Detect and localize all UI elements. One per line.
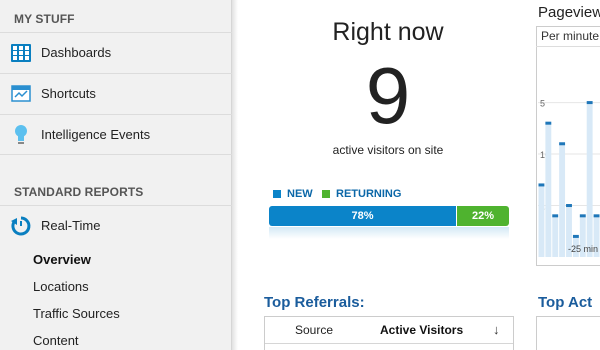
legend-new: NEW: [273, 188, 313, 200]
new-visitors-segment: 78%: [269, 206, 456, 226]
top-active-title: Top Act: [538, 294, 593, 311]
my-stuff-header: MY STUFF: [14, 12, 75, 26]
standard-reports-header: STANDARD REPORTS: [14, 185, 144, 199]
pageviews-bar-cap: [559, 142, 566, 146]
sidebar-subitem-locations[interactable]: Locations: [33, 279, 89, 294]
new-swatch: [273, 190, 281, 198]
pageviews-bar-cap: [538, 183, 545, 187]
visitor-split-bar: 78% 22%: [269, 206, 509, 226]
pageviews-bar-cap: [552, 214, 559, 218]
pageviews-subtitle: Per minute: [541, 29, 600, 43]
pageviews-title: Pageviews: [538, 4, 600, 21]
x-tick-label: -25 min: [568, 244, 598, 254]
sidebar-item-label: Intelligence Events: [41, 127, 151, 142]
pageviews-bar: [586, 102, 593, 258]
legend-new-label: NEW: [287, 188, 313, 200]
y-tick-label: 5: [540, 99, 545, 109]
top-referrals-table: Source Active Visitors ↓: [264, 316, 514, 350]
pageviews-subtitle-divider: [536, 46, 600, 47]
pageviews-bar: [552, 215, 559, 257]
shortcuts-icon: [10, 83, 32, 105]
sidebar-item-intelligence-events[interactable]: Intelligence Events: [0, 114, 232, 155]
sort-down-arrow-icon[interactable]: ↓: [493, 322, 500, 337]
realtime-clock-icon: [10, 215, 32, 237]
sidebar-subitem-content[interactable]: Content: [33, 333, 79, 348]
column-header-source[interactable]: Source: [295, 323, 333, 337]
top-active-table: [536, 316, 600, 350]
sidebar-item-label: Real-Time: [41, 218, 101, 233]
pageviews-bar-cap: [566, 204, 572, 208]
sidebar-item-dashboards[interactable]: Dashboards: [0, 32, 232, 72]
pageviews-bar-cap: [579, 214, 586, 218]
pageviews-chart: 15105-25 min: [538, 99, 600, 258]
main-content: Right now 9 active visitors on site NEW …: [238, 0, 600, 350]
legend-returning: RETURNING: [322, 188, 401, 200]
legend-returning-label: RETURNING: [336, 188, 402, 200]
right-now-title: Right now: [332, 18, 444, 46]
column-header-active-visitors[interactable]: Active Visitors: [380, 323, 463, 337]
bar-reflection: [269, 227, 509, 239]
returning-swatch: [322, 190, 330, 198]
sidebar: MY STUFF Dashboards Shortcuts Intelligen…: [0, 0, 232, 350]
lightbulb-icon: [10, 124, 32, 146]
active-visitors-label: active visitors on site: [332, 143, 444, 157]
returning-visitors-segment: 22%: [456, 206, 509, 226]
pageviews-bar-cap: [593, 214, 600, 218]
sidebar-item-label: Shortcuts: [41, 86, 96, 101]
new-percent-label: 78%: [351, 210, 374, 222]
sidebar-item-shortcuts[interactable]: Shortcuts: [0, 73, 232, 113]
pageviews-bar: [559, 143, 566, 257]
pageviews-panel: Pageviews Per minute 15105-25 min: [536, 0, 600, 270]
sidebar-subitem-overview[interactable]: Overview: [33, 252, 91, 267]
active-visitors-count: 9: [365, 51, 411, 140]
pageviews-bar: [545, 123, 552, 257]
pageviews-bar-cap: [545, 121, 552, 125]
dashboards-grid-icon: [10, 42, 32, 64]
pageviews-bar-cap: [572, 234, 579, 238]
returning-percent-label: 22%: [471, 210, 495, 222]
pageviews-bar-cap: [586, 101, 593, 105]
sidebar-item-realtime[interactable]: Real-Time: [0, 205, 232, 245]
sidebar-subitem-traffic-sources[interactable]: Traffic Sources: [33, 306, 120, 321]
pageviews-bar: [538, 184, 545, 257]
top-referrals-title: Top Referrals:: [264, 294, 365, 311]
sidebar-item-label: Dashboards: [41, 45, 112, 60]
table-header-divider: [265, 343, 513, 344]
